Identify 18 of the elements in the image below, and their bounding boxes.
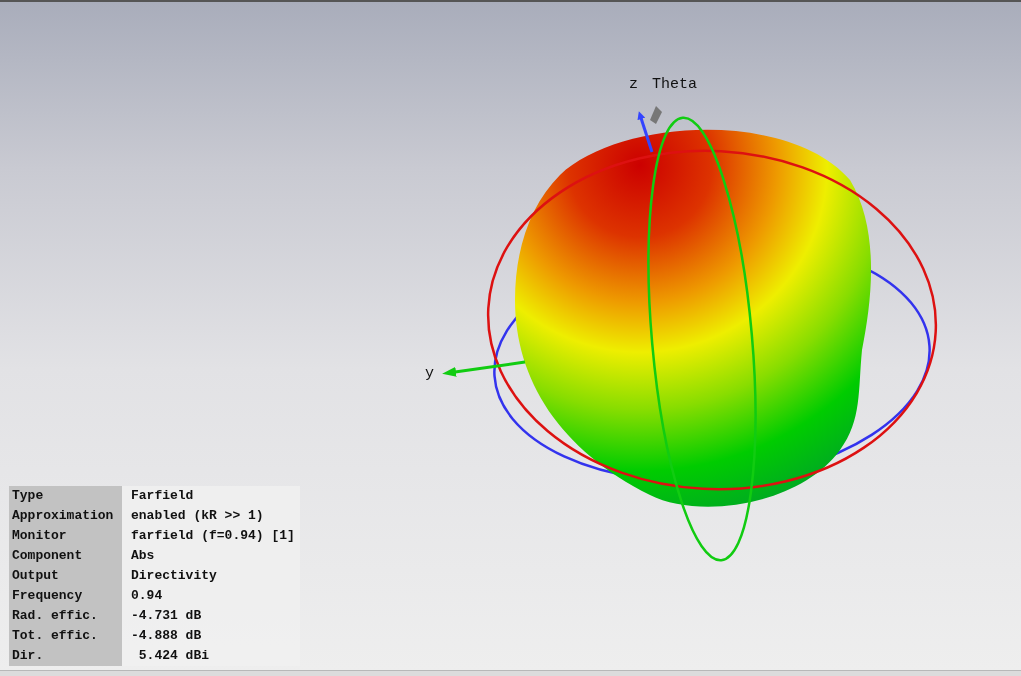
table-value: Abs [122, 546, 300, 566]
axis-label: y [425, 365, 434, 382]
table-label: Monitor [9, 526, 122, 546]
axis-label: z [629, 76, 638, 93]
table-value: enabled (kR >> 1) [122, 506, 300, 526]
table-value: farfield (f=0.94) [1] [122, 526, 300, 546]
table-value: Farfield [122, 486, 300, 506]
table-label: Tot. effic. [9, 626, 122, 646]
table-label: Frequency [9, 586, 122, 606]
table-value: 0.94 [122, 586, 300, 606]
table-value: Directivity [122, 566, 300, 586]
axis-label: Theta [652, 76, 697, 93]
table-label: Output [9, 566, 122, 586]
table-label: Type [9, 486, 122, 506]
table-label: Rad. effic. [9, 606, 122, 626]
table-label: Component [9, 546, 122, 566]
table-label: Dir. [9, 646, 122, 666]
table-label: Approximation [9, 506, 122, 526]
